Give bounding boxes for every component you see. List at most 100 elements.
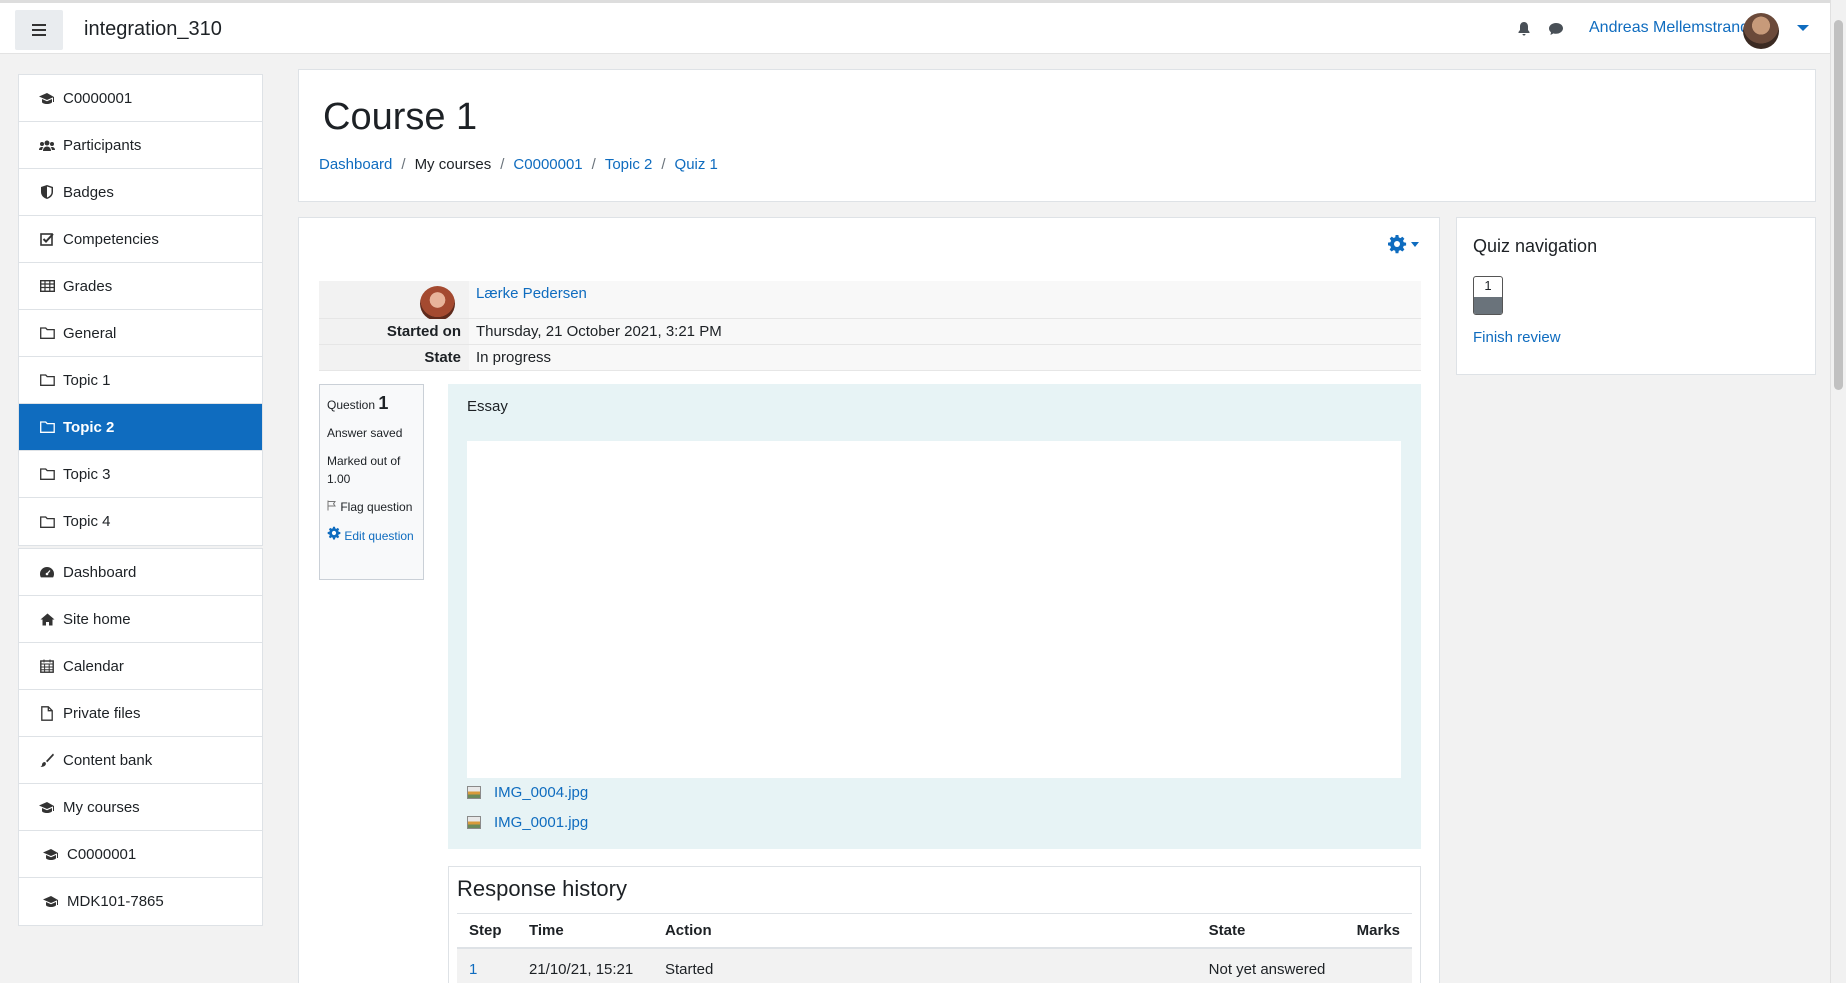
student-name-link[interactable]: Lærke Pedersen <box>476 285 587 302</box>
image-file-icon <box>467 816 481 829</box>
nav-drawer: C0000001 Participants Badges Competencie… <box>0 54 283 983</box>
folder-icon <box>39 325 55 341</box>
edit-question-link[interactable]: Edit question <box>327 526 416 545</box>
sidebar-item-topic-1[interactable]: Topic 1 <box>19 357 262 404</box>
graduation-cap-icon <box>43 846 59 862</box>
sidebar-item-label: General <box>63 324 117 342</box>
sidebar-item-course[interactable]: C0000001 <box>19 75 262 122</box>
step-link[interactable]: 1 <box>469 961 477 978</box>
question-content: Essay IMG_0004.jpg IMG_0001.jpg <box>448 384 1421 849</box>
chevron-down-icon[interactable] <box>1797 25 1809 31</box>
sidebar-item-site-home[interactable]: Site home <box>19 596 262 643</box>
sidebar-item-label: Calendar <box>63 657 124 675</box>
breadcrumb-separator: / <box>401 156 406 173</box>
essay-response-area[interactable] <box>467 441 1401 778</box>
page-scrollbar[interactable] <box>1830 0 1846 983</box>
sidebar-item-topic-3[interactable]: Topic 3 <box>19 451 262 498</box>
image-file-icon <box>467 786 481 799</box>
bell-icon[interactable] <box>1516 21 1532 37</box>
sidebar-item-label: Topic 2 <box>63 418 115 436</box>
folder-icon <box>39 419 55 435</box>
graduation-cap-icon <box>39 799 55 815</box>
sidebar-item-label: Topic 3 <box>63 465 111 483</box>
flag-question-label: Flag question <box>340 500 413 514</box>
sidebar-item-participants[interactable]: Participants <box>19 122 262 169</box>
question-label: Question <box>327 398 376 412</box>
attachment-link[interactable]: IMG_0004.jpg <box>494 784 588 801</box>
gear-icon <box>1388 235 1407 254</box>
column-header: Step <box>457 913 517 949</box>
breadcrumb-separator: / <box>661 156 666 173</box>
sidebar-item-course-mdk101[interactable]: MDK101-7865 <box>19 878 262 925</box>
breadcrumb-dashboard[interactable]: Dashboard <box>319 156 392 173</box>
sidebar-item-my-courses[interactable]: My courses <box>19 784 262 831</box>
breadcrumb-my-courses: My courses <box>414 156 492 173</box>
sidebar-item-grades[interactable]: Grades <box>19 263 262 310</box>
sidebar-item-content-bank[interactable]: Content bank <box>19 737 262 784</box>
summary-label: State <box>319 345 469 370</box>
sidebar-item-competencies[interactable]: Competencies <box>19 216 262 263</box>
folder-icon <box>39 466 55 482</box>
site-name[interactable]: integration_310 <box>84 18 222 41</box>
table-cell <box>1344 948 1412 983</box>
paint-brush-icon <box>39 752 55 768</box>
breadcrumb-course[interactable]: C0000001 <box>513 156 582 173</box>
quiz-navigation-block: Quiz navigation 1 Finish review <box>1456 217 1816 375</box>
column-header: State <box>1196 913 1345 949</box>
sidebar-item-label: Grades <box>63 277 113 295</box>
menu-toggle-button[interactable] <box>15 10 63 50</box>
sidebar-item-label: C0000001 <box>67 845 137 863</box>
question-max-mark: Marked out of 1.00 <box>327 454 401 486</box>
answer-saved-indicator <box>1474 297 1502 314</box>
question-number-value: 1 <box>378 393 389 413</box>
scrollbar-thumb[interactable] <box>1834 20 1843 390</box>
message-icon[interactable] <box>1548 21 1564 37</box>
sidebar-item-label: Badges <box>63 183 114 201</box>
avatar[interactable] <box>420 286 455 321</box>
sidebar-item-dashboard[interactable]: Dashboard <box>19 549 262 596</box>
sidebar-item-label: Competencies <box>63 230 159 248</box>
table-cell: 21/10/21, 15:21 <box>516 948 653 983</box>
finish-review-link[interactable]: Finish review <box>1473 329 1561 346</box>
summary-row-started: Started on Thursday, 21 October 2021, 3:… <box>319 319 1421 345</box>
sidebar-item-topic-4[interactable]: Topic 4 <box>19 498 262 545</box>
breadcrumb-quiz[interactable]: Quiz 1 <box>675 156 718 173</box>
sidebar-item-label: Topic 1 <box>63 371 111 389</box>
chevron-down-icon <box>1411 241 1419 247</box>
sidebar-item-private-files[interactable]: Private files <box>19 690 262 737</box>
user-menu-link[interactable]: Andreas Mellemstrand <box>1589 19 1749 37</box>
table-row: 1 21/10/21, 15:21 Started Not yet answer… <box>457 948 1412 983</box>
question-text: Essay <box>467 398 508 415</box>
actions-menu-button[interactable] <box>1387 234 1419 254</box>
sidebar-item-general[interactable]: General <box>19 310 262 357</box>
avatar[interactable] <box>1743 13 1779 49</box>
sidebar-item-badges[interactable]: Badges <box>19 169 262 216</box>
sidebar-item-topic-2[interactable]: Topic 2 <box>19 404 262 451</box>
sidebar-item-calendar[interactable]: Calendar <box>19 643 262 690</box>
edit-question-label[interactable]: Edit question <box>344 529 413 543</box>
table-icon <box>39 278 55 294</box>
sidebar-item-course-c0000001[interactable]: C0000001 <box>19 831 262 878</box>
table-cell[interactable]: 1 <box>457 948 517 983</box>
menu-icon <box>32 24 46 36</box>
quiz-nav-question-button[interactable]: 1 <box>1473 276 1503 315</box>
dashboard-icon <box>39 564 55 580</box>
breadcrumb-separator: / <box>500 156 505 173</box>
gear-icon <box>327 526 341 540</box>
flag-question-toggle[interactable]: Flag question <box>327 498 416 516</box>
response-history: Response history Step Time Action State … <box>448 866 1421 983</box>
sidebar-item-label: Content bank <box>63 751 153 769</box>
sidebar-item-label: Participants <box>63 136 142 154</box>
attachment-link[interactable]: IMG_0001.jpg <box>494 814 588 831</box>
table-header-row: Step Time Action State Marks <box>457 913 1412 949</box>
response-history-title: Response history <box>457 876 627 901</box>
shield-icon <box>39 184 55 200</box>
calendar-icon <box>39 658 55 674</box>
summary-avatar-cell <box>319 281 469 321</box>
sidebar-item-label: C0000001 <box>63 89 133 107</box>
response-history-table: Step Time Action State Marks 1 21/10/21,… <box>457 913 1412 983</box>
quiz-nav-question-number: 1 <box>1484 278 1492 293</box>
question-status: Answer saved <box>327 426 403 440</box>
summary-label: Started on <box>319 319 469 344</box>
breadcrumb-topic[interactable]: Topic 2 <box>605 156 653 173</box>
